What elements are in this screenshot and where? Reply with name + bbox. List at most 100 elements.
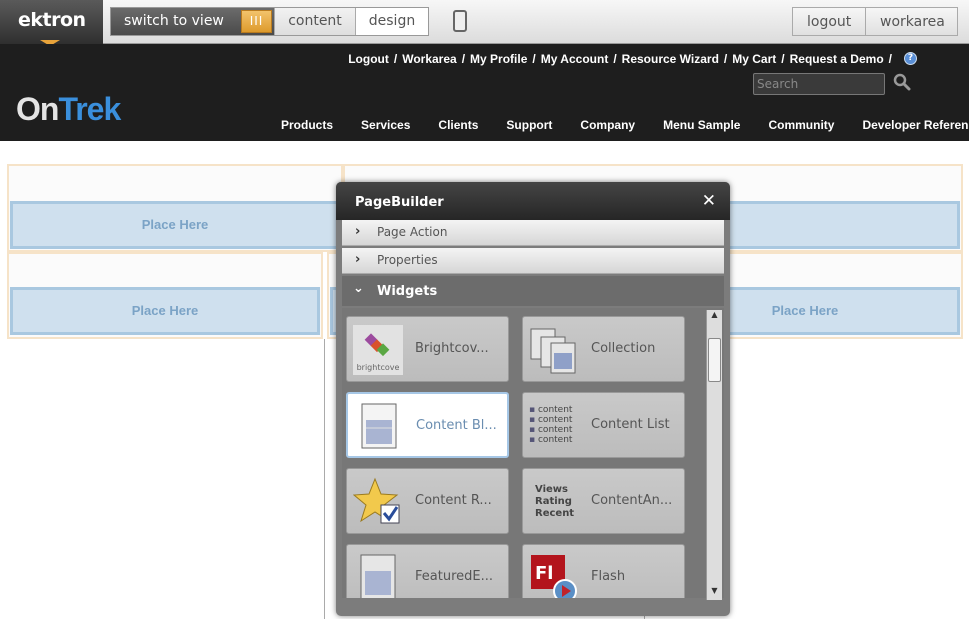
link-separator: /	[723, 52, 728, 66]
brightcove-icon: brightcove	[353, 325, 403, 375]
section-label: Page Action	[377, 225, 448, 239]
mode-toggle-group: switch to view III content design	[110, 7, 429, 36]
widget-featured[interactable]: FeaturedE...	[346, 544, 509, 598]
toggle-knob-icon[interactable]: III	[241, 10, 272, 33]
brightcove-thumb-text: brightcove	[357, 363, 400, 372]
content-analytics-icon: Views Rating Recent	[529, 477, 579, 527]
drop-zone-place-here[interactable]: Place Here	[10, 287, 320, 335]
ontrek-logo[interactable]: OnTrek	[16, 91, 121, 128]
widget-scrollbar[interactable]: ▲ ▼	[706, 310, 722, 600]
featured-icon	[360, 554, 396, 598]
search-input[interactable]: Search	[753, 73, 885, 95]
widget-list: brightcove Brightcov... Collection Conte…	[342, 308, 724, 598]
section-label: Widgets	[377, 284, 438, 299]
widget-content-block[interactable]: Content Bl...	[346, 392, 509, 458]
nav-developer-reference[interactable]: Developer Reference	[862, 118, 969, 132]
link-separator: /	[532, 52, 536, 66]
toolbar-right-buttons: logout workarea	[792, 7, 958, 36]
content-list-line-text: content	[537, 405, 573, 415]
analytics-recent-text: Recent	[535, 508, 575, 519]
widget-label: ContentAn...	[591, 493, 673, 508]
widget-content-rating[interactable]: Content R...	[346, 468, 509, 534]
content-list-icon: ▪ content ▪ content ▪ content ▪ content	[529, 401, 579, 451]
link-separator: /	[781, 52, 785, 66]
utility-links: Logout / Workarea / My Profile / My Account / Re…	[348, 52, 897, 66]
flash-icon: Fl	[531, 555, 577, 598]
ektron-logo-text: ektron	[18, 9, 86, 31]
util-link-workarea[interactable]: Workarea	[402, 52, 456, 66]
util-link-request-demo[interactable]: Request a Demo	[790, 52, 884, 66]
nav-community[interactable]: Community	[768, 118, 834, 132]
search-icon[interactable]	[893, 73, 911, 91]
widget-label: Brightcov...	[415, 341, 489, 356]
section-widgets[interactable]: ⌄ Widgets	[342, 276, 724, 306]
drop-zone-place-here[interactable]: Place Here	[10, 201, 340, 249]
content-mode-button[interactable]: content	[274, 8, 355, 35]
toolbar-logout-button[interactable]: logout	[793, 8, 866, 35]
content-list-line-text: content	[537, 435, 573, 445]
nav-products[interactable]: Products	[281, 118, 333, 132]
content-rating-icon	[353, 477, 400, 524]
drop-zone-place-here[interactable]	[725, 201, 960, 249]
help-icon[interactable]: ?	[904, 52, 917, 65]
device-preview-icon[interactable]	[453, 10, 467, 32]
analytics-rating-text: Rating	[535, 496, 572, 507]
content-list-line-text: content	[537, 415, 573, 425]
scroll-up-arrow-icon[interactable]: ▲	[707, 310, 722, 324]
ektron-logo: ektron	[0, 0, 103, 46]
link-separator: /	[888, 52, 892, 66]
widget-flash[interactable]: Fl Flash	[522, 544, 685, 598]
content-block-icon	[361, 403, 397, 449]
nav-clients[interactable]: Clients	[438, 118, 478, 132]
widget-label: Content R...	[415, 493, 492, 508]
analytics-views-text: Views	[535, 484, 568, 495]
link-separator: /	[613, 52, 617, 66]
pagebuilder-title-bar[interactable]: PageBuilder ✕	[336, 182, 730, 220]
util-link-my-cart[interactable]: My Cart	[732, 52, 776, 66]
scroll-down-arrow-icon[interactable]: ▼	[707, 586, 722, 600]
util-link-my-profile[interactable]: My Profile	[470, 52, 527, 66]
util-link-my-account[interactable]: My Account	[541, 52, 609, 66]
column-divider	[324, 339, 325, 619]
widget-label: Content Bl...	[416, 418, 497, 433]
close-icon[interactable]: ✕	[702, 193, 716, 210]
content-list-line: ▪ content	[529, 435, 573, 445]
design-mode-button[interactable]: design	[355, 8, 428, 35]
switch-to-view-label: switch to view	[124, 13, 224, 29]
site-header: Logout / Workarea / My Profile / My Account / Re…	[0, 44, 969, 141]
widget-label: FeaturedE...	[415, 569, 493, 584]
pagebuilder-title: PageBuilder	[355, 195, 444, 210]
widget-label: Content List	[591, 417, 670, 432]
widget-brightcove[interactable]: brightcove Brightcov...	[346, 316, 509, 382]
pagebuilder-panel[interactable]: PageBuilder ✕ › Page Action › Properties…	[336, 182, 730, 616]
nav-company[interactable]: Company	[580, 118, 635, 132]
brand-trek: Trek	[58, 91, 121, 127]
nav-services[interactable]: Services	[361, 118, 410, 132]
section-label: Properties	[377, 253, 438, 267]
nav-menu-sample[interactable]: Menu Sample	[663, 118, 740, 132]
widget-content-analytics[interactable]: Views Rating Recent ContentAn...	[522, 468, 685, 534]
scroll-thumb[interactable]	[708, 338, 721, 382]
widget-content-list[interactable]: ▪ content ▪ content ▪ content ▪ content …	[522, 392, 685, 458]
toolbar-workarea-button[interactable]: workarea	[866, 8, 957, 35]
brand-on: On	[16, 91, 59, 127]
widget-label: Flash	[591, 569, 626, 584]
collection-icon	[530, 328, 576, 374]
content-list-line: ▪ content	[529, 405, 573, 415]
widget-label: Collection	[591, 341, 656, 356]
switch-to-view-button[interactable]: switch to view III	[111, 8, 274, 35]
util-link-logout[interactable]: Logout	[348, 52, 389, 66]
widget-collection[interactable]: Collection	[522, 316, 685, 382]
chevron-down-icon: ⌄	[353, 281, 364, 296]
util-link-resource-wizard[interactable]: Resource Wizard	[622, 52, 719, 66]
chevron-right-icon: ›	[355, 224, 361, 239]
content-list-line-text: content	[537, 425, 573, 435]
main-nav: Products Services Clients Support Compan…	[281, 118, 969, 132]
section-properties[interactable]: › Properties	[342, 248, 724, 274]
chevron-right-icon: ›	[355, 252, 361, 267]
link-separator: /	[393, 52, 398, 66]
nav-support[interactable]: Support	[506, 118, 552, 132]
ektron-toolbar: ektron switch to view III content design…	[0, 0, 969, 46]
section-page-action[interactable]: › Page Action	[342, 220, 724, 246]
content-list-line: ▪ content	[529, 425, 573, 435]
